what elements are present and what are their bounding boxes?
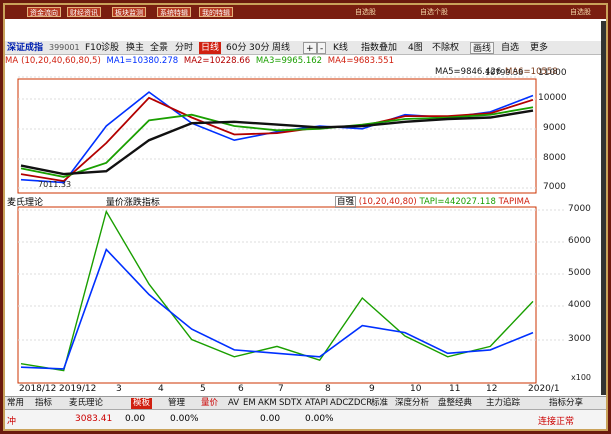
- status-label: 冲: [7, 417, 17, 427]
- price-axis-label: 8000: [543, 153, 566, 163]
- x-axis-label: 4: [158, 384, 164, 394]
- x-axis-label: 3: [116, 384, 122, 394]
- volume-params: (10,20,40,80): [358, 197, 417, 207]
- high-price-label: 10799.58: [485, 68, 524, 77]
- status-right-value: 0.00: [260, 414, 281, 424]
- price-axis-label: 10000: [538, 93, 567, 103]
- series-line-tapi: [20, 209, 534, 372]
- volume-title: 麦氏理论 量价涨跌指标: [7, 195, 160, 208]
- x-axis-label: 10: [410, 384, 422, 394]
- x-axis-label: 8: [325, 384, 331, 394]
- tapima-label: TAPIMA: [498, 197, 530, 207]
- volume-unit: x100: [571, 373, 592, 382]
- right-scrollbar[interactable]: [601, 21, 606, 395]
- x-axis-label: 11: [449, 384, 461, 394]
- tab-indicator-share[interactable]: 指标分享: [549, 398, 583, 409]
- x-axis-label: 7: [278, 384, 284, 394]
- status-bar: 冲 3083.41 0.00 0.00% 0.00 0.00% 连接正常: [5, 409, 606, 429]
- x-axis-label: 12: [486, 384, 498, 394]
- price-axis-label: 9000: [543, 123, 566, 133]
- tab-volume-price[interactable]: 量价: [201, 398, 218, 409]
- tab-consolidation[interactable]: 盘整经典: [438, 398, 472, 409]
- volume-axis-label: 3000: [568, 334, 591, 344]
- x-axis-label: 5: [200, 384, 206, 394]
- volume-axis-label: 4000: [568, 300, 591, 310]
- tab-sdtx[interactable]: SDTX: [279, 398, 302, 409]
- status-change: 0.00: [125, 414, 146, 424]
- price-axis-label: 11000: [538, 68, 567, 78]
- volume-legend: 自强 (10,20,40,80) TAPI=442027.118 TAPIMA: [335, 195, 530, 208]
- series-line-ma2: [20, 96, 534, 183]
- x-axis-label: 2018/12: [19, 384, 57, 394]
- x-axis-label: 6: [238, 384, 244, 394]
- tab-av[interactable]: AV: [228, 398, 239, 409]
- tab-mai-theory[interactable]: 麦氏理论: [69, 398, 103, 409]
- volume-axis-label: 6000: [568, 236, 591, 246]
- price-panel-border: [17, 78, 537, 194]
- x-axis-label: 9: [369, 384, 375, 394]
- tab-em[interactable]: EM: [243, 398, 256, 409]
- status-index: 3083.41: [75, 414, 113, 424]
- volume-panel-border: [17, 206, 537, 384]
- price-axis-label: 7000: [543, 182, 566, 192]
- tab-indicators[interactable]: 指标: [35, 398, 52, 409]
- tab-zdcr[interactable]: ZDCR: [348, 398, 372, 409]
- tab-akm[interactable]: AKM: [258, 398, 277, 409]
- volume-subtitle: 量价涨跌指标: [105, 198, 160, 208]
- status-right-pct: 0.00%: [305, 414, 334, 424]
- tab-deep-analysis[interactable]: 深度分析: [395, 398, 429, 409]
- x-axis-label: 2019/12: [59, 384, 97, 394]
- tab-main-force[interactable]: 主力追踪: [486, 398, 520, 409]
- tab-atapi[interactable]: ATAPI: [305, 398, 328, 409]
- app-window: 资金流向 财经资讯 板块监测 系统特辑 我的特辑 自选股 自选个股 自选股 深证…: [3, 3, 608, 431]
- tab-standard[interactable]: 标准: [371, 398, 388, 409]
- tab-manage[interactable]: 管理: [168, 398, 185, 409]
- tab-common[interactable]: 常用: [7, 398, 24, 409]
- indicator-tabs: 常用 指标 麦氏理论 模板 管理 量价 AV EM AKM SDTX ATAPI…: [5, 396, 606, 409]
- tab-adc[interactable]: ADC: [330, 398, 348, 409]
- volume-indicator-name[interactable]: 麦氏理论: [7, 198, 43, 208]
- series-line-ma1: [20, 91, 534, 184]
- series-line-ma5: [20, 109, 534, 176]
- series-line-tapima: [20, 248, 534, 370]
- volume-axis-label: 7000: [568, 204, 591, 214]
- connection-status: 连接正常: [538, 417, 575, 427]
- low-price-label: 7011.33: [38, 180, 72, 189]
- status-pct: 0.00%: [170, 414, 199, 424]
- volume-mode[interactable]: 自强: [335, 196, 357, 208]
- tapi-value: TAPI=442027.118: [419, 197, 496, 207]
- x-axis-label: 2020/1: [528, 384, 560, 394]
- tab-template[interactable]: 模板: [131, 398, 153, 409]
- volume-axis-label: 5000: [568, 268, 591, 278]
